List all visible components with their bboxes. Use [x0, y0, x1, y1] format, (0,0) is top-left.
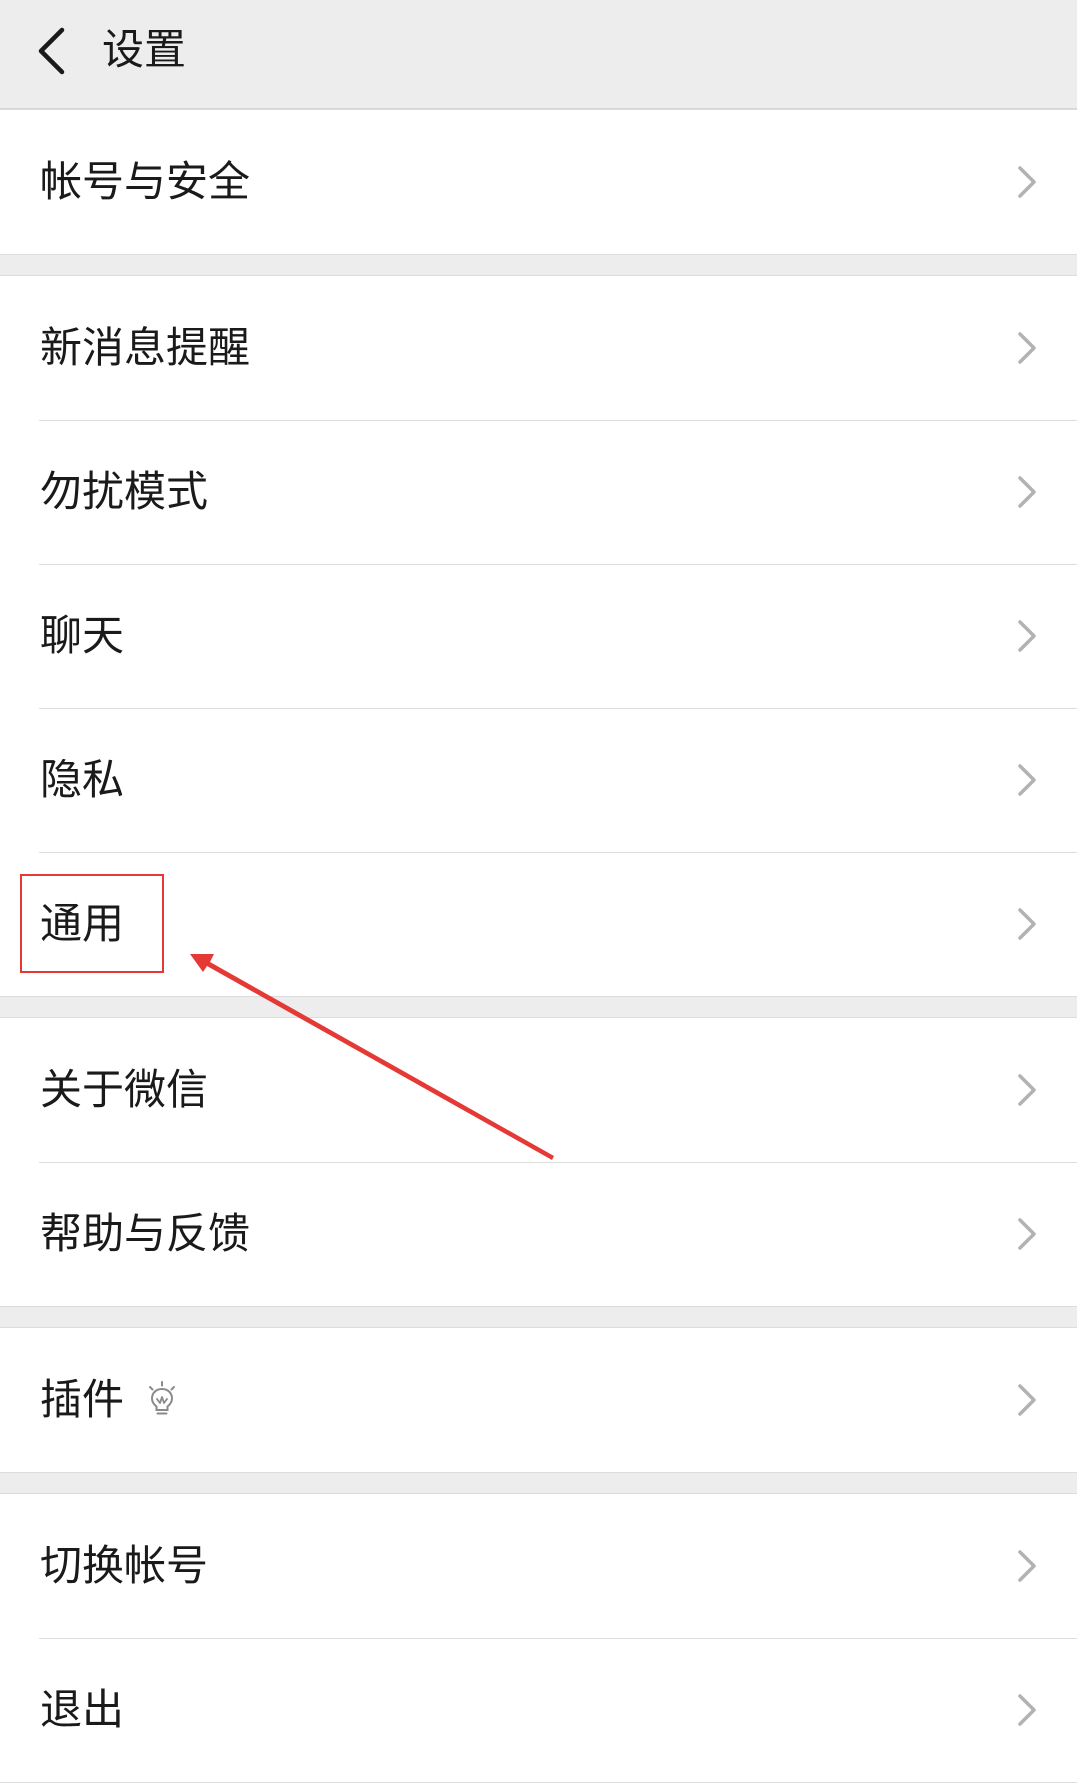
chevron-right-icon [1015, 1070, 1039, 1110]
settings-item-general[interactable]: 通用 [0, 852, 1077, 996]
settings-item-label: 隐私 [40, 755, 125, 804]
settings-item-help-feedback[interactable]: 帮助与反馈 [0, 1162, 1077, 1306]
page-title: 设置 [102, 25, 187, 74]
settings-item-label: 帮助与反馈 [40, 1209, 251, 1258]
chevron-right-icon [1015, 328, 1039, 368]
settings-item-new-message-alerts[interactable]: 新消息提醒 [0, 276, 1077, 420]
settings-item-label: 插件 [40, 1375, 125, 1424]
settings-item-log-out[interactable]: 退出 [0, 1638, 1077, 1782]
chevron-left-icon [38, 27, 65, 75]
settings-group-general: 新消息提醒 勿扰模式 聊天 隐私 通用 [0, 275, 1077, 997]
settings-item-label: 通用 [40, 899, 125, 948]
back-button[interactable] [22, 18, 92, 88]
settings-item-chat[interactable]: 聊天 [0, 564, 1077, 708]
settings-item-label: 新消息提醒 [40, 323, 251, 372]
settings-group-account: 帐号与安全 [0, 109, 1077, 255]
chevron-right-icon [1015, 1546, 1039, 1586]
settings-item-label: 勿扰模式 [40, 467, 209, 516]
settings-item-label: 切换帐号 [40, 1541, 209, 1590]
settings-item-label: 聊天 [40, 611, 125, 660]
chevron-right-icon [1015, 472, 1039, 512]
chevron-right-icon [1015, 616, 1039, 656]
chevron-right-icon [1015, 162, 1039, 202]
chevron-right-icon [1015, 1380, 1039, 1420]
top-bar: 设置 [0, 0, 1077, 109]
settings-item-label: 关于微信 [40, 1065, 209, 1114]
settings-item-switch-account[interactable]: 切换帐号 [0, 1494, 1077, 1638]
chevron-right-icon [1015, 760, 1039, 800]
settings-item-about-wechat[interactable]: 关于微信 [0, 1018, 1077, 1162]
settings-item-do-not-disturb[interactable]: 勿扰模式 [0, 420, 1077, 564]
settings-item-label: 退出 [40, 1685, 125, 1734]
settings-item-privacy[interactable]: 隐私 [0, 708, 1077, 852]
chevron-right-icon [1015, 904, 1039, 944]
lightbulb-icon [145, 1381, 179, 1419]
settings-item-label: 帐号与安全 [40, 157, 251, 206]
settings-group-about: 关于微信 帮助与反馈 [0, 1017, 1077, 1307]
settings-item-plugins[interactable]: 插件 [0, 1328, 1077, 1472]
chevron-right-icon [1015, 1690, 1039, 1730]
chevron-right-icon [1015, 1214, 1039, 1254]
settings-group-session: 切换帐号 退出 [0, 1493, 1077, 1783]
settings-group-plugins: 插件 [0, 1327, 1077, 1473]
settings-item-account-security[interactable]: 帐号与安全 [0, 110, 1077, 254]
